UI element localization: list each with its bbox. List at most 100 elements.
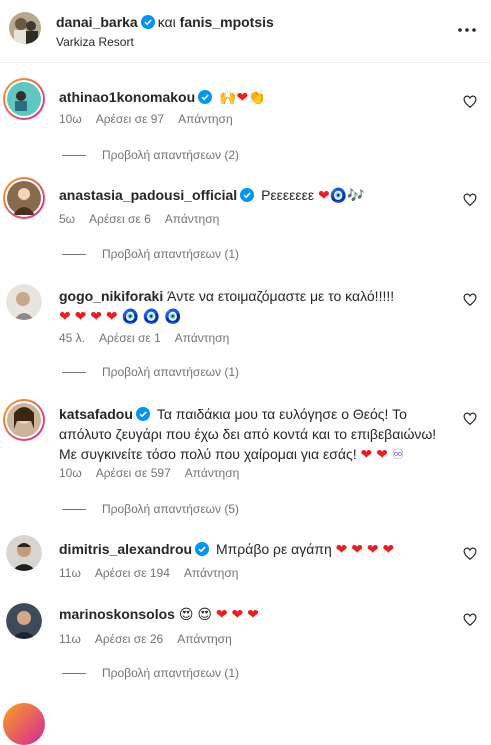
emoji-nazar: 🧿 bbox=[329, 187, 348, 203]
comment-likes[interactable]: Αρέσει σε 6 bbox=[89, 212, 151, 226]
comment-text: marinoskonsolos 😍 😍 ❤ ❤ ❤ bbox=[59, 604, 451, 624]
commenter-avatar[interactable] bbox=[6, 535, 42, 571]
emoji-music: 🎶 bbox=[347, 187, 365, 203]
commenter-username[interactable]: dimitris_alexandrou bbox=[59, 541, 192, 557]
post-location[interactable]: Varkiza Resort bbox=[56, 35, 134, 49]
more-options-icon[interactable] bbox=[457, 20, 477, 40]
verified-icon bbox=[140, 15, 155, 29]
reply-button[interactable]: Απάντηση bbox=[178, 112, 233, 126]
comment-time: 5ω bbox=[59, 212, 76, 226]
verified-icon bbox=[135, 406, 150, 421]
reply-button[interactable]: Απάντηση bbox=[177, 632, 232, 646]
comment-likes[interactable]: Αρέσει σε 26 bbox=[95, 632, 163, 646]
view-replies-button[interactable]: Προβολή απαντήσεων (5) bbox=[62, 502, 239, 516]
emoji-heart: ❤ bbox=[360, 446, 373, 462]
post-header: danai_barka και fanis_mpotsis Varkiza Res… bbox=[0, 0, 491, 63]
commenter-username[interactable]: gogo_nikiforaki bbox=[59, 288, 163, 304]
emoji-heart: ❤ bbox=[247, 606, 259, 622]
comment-body: Ρεεεεεεε bbox=[261, 187, 315, 203]
comment-meta: 45 λ. Αρέσει σε 1 Απάντηση bbox=[59, 331, 243, 345]
commenter-username[interactable]: athinao1konomakou bbox=[59, 89, 195, 105]
divider-line bbox=[62, 372, 86, 374]
emoji-heart: ❤ bbox=[59, 308, 71, 324]
comment-time: 11ω bbox=[59, 566, 81, 580]
emoji-heart: ❤ bbox=[105, 308, 118, 324]
like-comment-icon[interactable] bbox=[463, 613, 477, 627]
reply-button[interactable]: Απάντηση bbox=[184, 566, 239, 580]
comment-body: Άντε να ετοιμαζόμαστε με το καλό!!!!! bbox=[167, 288, 395, 304]
commenter-username[interactable]: anastasia_padousi_official bbox=[59, 187, 237, 203]
emoji-nazar: 🧿 bbox=[121, 308, 139, 324]
view-replies-label: Προβολή απαντήσεων (1) bbox=[102, 365, 240, 379]
emoji-nazar: 🧿 bbox=[142, 308, 161, 324]
commenter-avatar[interactable] bbox=[5, 401, 43, 439]
coauthor-username[interactable]: fanis_mpotsis bbox=[180, 14, 274, 30]
view-replies-button[interactable]: Προβολή απαντήσεων (1) bbox=[62, 666, 239, 680]
like-comment-icon[interactable] bbox=[463, 412, 477, 426]
commenter-avatar[interactable] bbox=[6, 603, 42, 639]
emoji-heart-eyes: 😍 bbox=[178, 606, 194, 622]
comment-likes[interactable]: Αρέσει σε 1 bbox=[99, 331, 161, 345]
emoji-heart: ❤ bbox=[318, 187, 330, 203]
emoji-clap: 👏 bbox=[248, 89, 266, 105]
like-comment-icon[interactable] bbox=[463, 95, 477, 109]
comment-likes[interactable]: Αρέσει σε 194 bbox=[95, 566, 170, 580]
like-comment-icon[interactable] bbox=[463, 193, 477, 207]
verified-icon bbox=[240, 187, 255, 202]
comment-time: 10ω bbox=[59, 466, 82, 480]
like-comment-icon[interactable] bbox=[463, 547, 477, 561]
comment-time: 45 λ. bbox=[59, 331, 86, 345]
comment-time: 11ω bbox=[59, 632, 81, 646]
like-comment-icon[interactable] bbox=[463, 293, 477, 307]
emoji-heart: ❤ bbox=[74, 308, 87, 324]
emoji-heart: ❤ bbox=[90, 308, 102, 324]
reply-button[interactable]: Απάντηση bbox=[165, 212, 220, 226]
commenter-avatar[interactable] bbox=[6, 284, 42, 320]
emoji-heart: ❤ bbox=[376, 446, 388, 462]
comment-time: 10ω bbox=[59, 112, 82, 126]
view-replies-label: Προβολή απαντήσεων (5) bbox=[102, 502, 240, 516]
comment-text: gogo_nikiforaki Άντε να ετοιμαζόμαστε με… bbox=[59, 286, 451, 326]
comment-meta: 10ω Αρέσει σε 597 Απάντηση bbox=[59, 466, 253, 480]
comment-text: athinao1konomakou 🙌❤👏 bbox=[59, 87, 451, 107]
comment-text: dimitris_alexandrou Μπράβο ρε αγάπη ❤ ❤ … bbox=[59, 539, 451, 559]
reply-button[interactable]: Απάντηση bbox=[185, 466, 240, 480]
view-replies-button[interactable]: Προβολή απαντήσεων (2) bbox=[62, 148, 239, 162]
emoji-heart: ❤ bbox=[335, 541, 348, 557]
author-avatar[interactable] bbox=[9, 12, 41, 44]
comment-meta: 5ω Αρέσει σε 6 Απάντηση bbox=[59, 212, 233, 226]
view-replies-button[interactable]: Προβολή απαντήσεων (1) bbox=[62, 365, 239, 379]
view-replies-button[interactable]: Προβολή απαντήσεων (1) bbox=[62, 247, 239, 261]
author-username[interactable]: danai_barka bbox=[56, 14, 138, 30]
comment-text: katsafadou Τα παιδάκια μου τα ευλόγησε ο… bbox=[59, 404, 451, 464]
header-connector: και bbox=[157, 14, 176, 30]
emoji-heart: ❤ bbox=[366, 541, 379, 557]
reply-button[interactable]: Απάντηση bbox=[175, 331, 230, 345]
comment-meta: 11ω Αρέσει σε 194 Απάντηση bbox=[59, 566, 252, 580]
emoji-heart: ❤ bbox=[215, 606, 228, 622]
commenter-avatar[interactable] bbox=[5, 179, 43, 217]
comment-likes[interactable]: Αρέσει σε 597 bbox=[96, 466, 171, 480]
view-replies-label: Προβολή απαντήσεων (2) bbox=[102, 148, 240, 162]
emoji-infinity: ♾ bbox=[391, 446, 405, 462]
commenter-username[interactable]: katsafadou bbox=[59, 406, 133, 422]
commenter-username[interactable]: marinoskonsolos bbox=[59, 606, 175, 622]
view-replies-label: Προβολή απαντήσεων (1) bbox=[102, 666, 240, 680]
emoji-raised-hands: 🙌 bbox=[219, 89, 237, 105]
comment-text: anastasia_padousi_official Ρεεεεεεε ❤🧿🎶 bbox=[59, 185, 451, 205]
comment-meta: 10ω Αρέσει σε 97 Απάντηση bbox=[59, 112, 247, 126]
emoji-nazar: 🧿 bbox=[164, 308, 182, 324]
header-title: danai_barka και fanis_mpotsis bbox=[56, 14, 274, 30]
divider-line bbox=[62, 254, 86, 256]
commenter-avatar[interactable] bbox=[5, 80, 43, 118]
divider-line bbox=[62, 509, 86, 511]
emoji-heart: ❤ bbox=[236, 89, 249, 105]
comment-meta: 11ω Αρέσει σε 26 Απάντηση bbox=[59, 632, 246, 646]
emoji-heart: ❤ bbox=[351, 541, 364, 557]
story-ring bbox=[3, 703, 45, 745]
view-replies-label: Προβολή απαντήσεων (1) bbox=[102, 247, 240, 261]
comment-body: Μπράβο ρε αγάπη bbox=[215, 541, 332, 557]
comment-likes[interactable]: Αρέσει σε 97 bbox=[96, 112, 164, 126]
emoji-heart: ❤ bbox=[231, 606, 244, 622]
verified-icon bbox=[198, 89, 213, 104]
